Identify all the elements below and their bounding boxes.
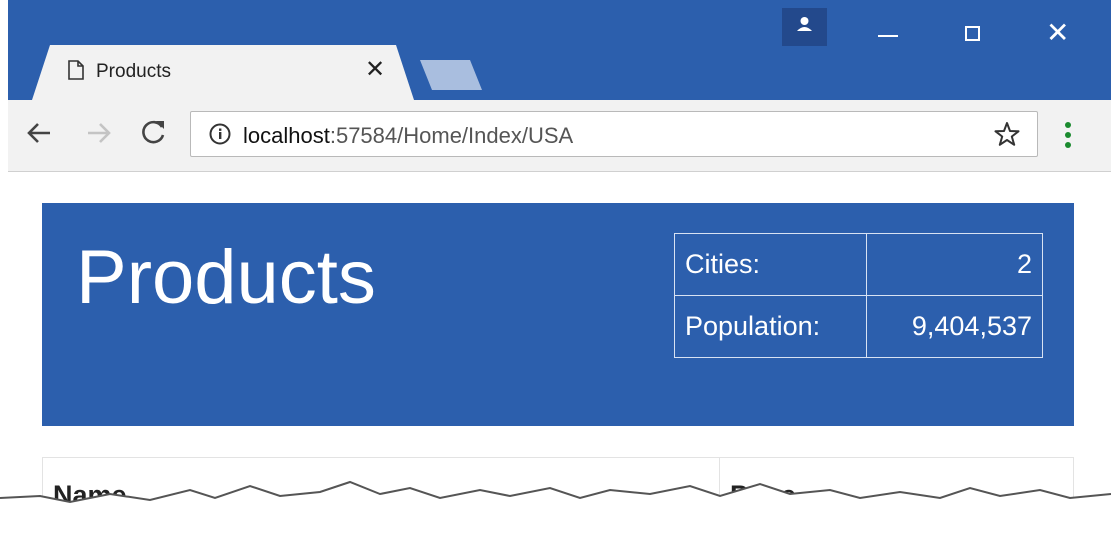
tab-products[interactable]: Products ✕ <box>32 45 414 100</box>
new-tab-button[interactable] <box>420 60 482 90</box>
torn-edge <box>0 480 1111 540</box>
profile-button[interactable] <box>782 8 827 46</box>
info-icon[interactable] <box>209 123 231 145</box>
stats-label: Population: <box>674 295 867 358</box>
title-bar: Products ✕ ✕ <box>8 0 1111 100</box>
profile-icon <box>797 17 812 31</box>
stats-value: 9,404,537 <box>866 295 1043 358</box>
maximize-button[interactable] <box>965 26 980 41</box>
stats-row-cities: Cities: 2 <box>674 233 1043 296</box>
stats-row-population: Population: 9,404,537 <box>674 295 1043 358</box>
page-icon <box>68 60 84 80</box>
page-header: Products Cities: 2 Population: 9,404,537 <box>42 203 1074 426</box>
tab-close-icon[interactable]: ✕ <box>365 58 385 82</box>
page-title: Products <box>76 235 376 320</box>
reload-icon[interactable] <box>140 118 168 146</box>
forward-arrow-icon[interactable] <box>86 120 112 146</box>
browser-toolbar: localhost:57584/Home/Index/USA <box>8 100 1111 172</box>
star-icon[interactable] <box>994 121 1020 147</box>
address-bar[interactable]: localhost:57584/Home/Index/USA <box>190 111 1038 157</box>
url-host: localhost <box>243 123 330 148</box>
stats-value: 2 <box>866 233 1043 296</box>
browser-window: Products ✕ ✕ localhost:57584/Home/Index/… <box>8 0 1111 540</box>
minimize-button[interactable] <box>878 35 898 37</box>
stats-label: Cities: <box>674 233 867 296</box>
close-window-icon[interactable]: ✕ <box>1046 16 1069 50</box>
url-path: :57584/Home/Index/USA <box>329 123 574 148</box>
kebab-menu-icon[interactable] <box>1064 121 1072 149</box>
back-arrow-icon[interactable] <box>26 120 52 146</box>
url-text[interactable]: localhost:57584/Home/Index/USA <box>243 123 573 149</box>
tab-title: Products <box>96 61 171 82</box>
stats-table: Cities: 2 Population: 9,404,537 <box>674 233 1043 358</box>
